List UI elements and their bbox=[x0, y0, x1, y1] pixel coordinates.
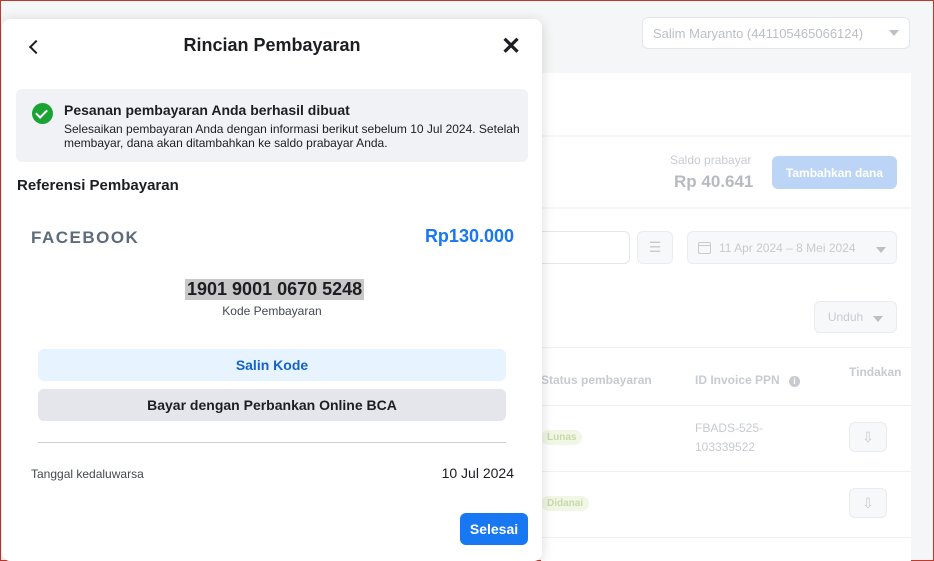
download-icon: ⇩ bbox=[862, 428, 874, 445]
download-icon: ⇩ bbox=[862, 494, 874, 511]
download-button[interactable]: Unduh bbox=[814, 301, 897, 333]
done-button[interactable]: Selesai bbox=[460, 513, 528, 545]
invoice-id: FBADS-525-103339522 bbox=[695, 421, 764, 454]
divider bbox=[541, 347, 911, 348]
download-invoice-button[interactable]: ⇩ bbox=[849, 488, 887, 518]
payment-code-label: Kode Pembayaran bbox=[222, 304, 322, 318]
payment-code[interactable]: 1901 9001 0670 5248 bbox=[185, 279, 365, 300]
success-message: Selesaikan pembayaran Anda dengan inform… bbox=[64, 122, 520, 150]
divider bbox=[541, 405, 911, 406]
chevron-down-icon bbox=[889, 30, 899, 36]
dialog-title: Rincian Pembayaran bbox=[183, 35, 361, 55]
chevron-down-icon bbox=[876, 246, 886, 253]
column-header-invoice-label: ID Invoice PPN bbox=[695, 373, 780, 387]
close-icon: ✕ bbox=[500, 33, 522, 60]
status-badge: Didanai bbox=[541, 496, 590, 511]
pay-bca-online-button[interactable]: Bayar dengan Perbankan Online BCA bbox=[38, 389, 506, 421]
expiry-value: 10 Jul 2024 bbox=[441, 465, 514, 481]
divider bbox=[38, 442, 506, 443]
account-selector-label: Salim Maryanto (441105465066124) bbox=[653, 26, 864, 41]
info-icon: i bbox=[789, 376, 801, 387]
account-selector[interactable]: Salim Maryanto (441105465066124) bbox=[642, 17, 910, 49]
date-range-picker[interactable]: 11 Apr 2024 – 8 Mei 2024 bbox=[687, 231, 897, 264]
download-label: Unduh bbox=[827, 310, 864, 324]
column-header-action: Tindakan bbox=[849, 365, 902, 379]
divider bbox=[541, 537, 911, 538]
divider bbox=[541, 471, 911, 472]
success-title: Pesanan pembayaran Anda berhasil dibuat bbox=[64, 102, 350, 118]
balance-value: Rp 40.641 bbox=[674, 172, 754, 191]
column-header-status: Status pembayaran bbox=[541, 373, 652, 387]
merchant-name: FACEBOOK bbox=[31, 228, 140, 247]
date-range-label: 11 Apr 2024 – 8 Mei 2024 bbox=[719, 240, 856, 255]
filter-button[interactable]: ☰ bbox=[637, 231, 673, 264]
calendar-icon bbox=[698, 241, 711, 254]
search-input[interactable] bbox=[541, 231, 630, 264]
status-badge: Lunas bbox=[541, 430, 583, 445]
background-card bbox=[541, 73, 911, 135]
payment-details-dialog: Rincian Pembayaran ✕ Pesanan pembayaran … bbox=[2, 19, 542, 561]
success-banner: Pesanan pembayaran Anda berhasil dibuat … bbox=[16, 89, 528, 162]
add-funds-button[interactable]: Tambahkan dana bbox=[772, 156, 897, 189]
reference-heading: Referensi Pembayaran bbox=[17, 177, 179, 194]
sliders-icon: ☰ bbox=[648, 239, 662, 255]
close-button[interactable]: ✕ bbox=[500, 33, 522, 60]
check-circle-icon bbox=[32, 103, 53, 124]
chevron-down-icon bbox=[873, 316, 884, 322]
payment-amount: Rp130.000 bbox=[424, 226, 514, 246]
column-header-invoice: ID Invoice PPN i bbox=[695, 373, 801, 387]
download-invoice-button[interactable]: ⇩ bbox=[849, 422, 887, 452]
copy-code-button[interactable]: Salin Kode bbox=[38, 349, 506, 381]
balance-label: Saldo prabayar bbox=[670, 153, 752, 167]
expiry-label: Tanggal kedaluwarsa bbox=[31, 467, 144, 481]
